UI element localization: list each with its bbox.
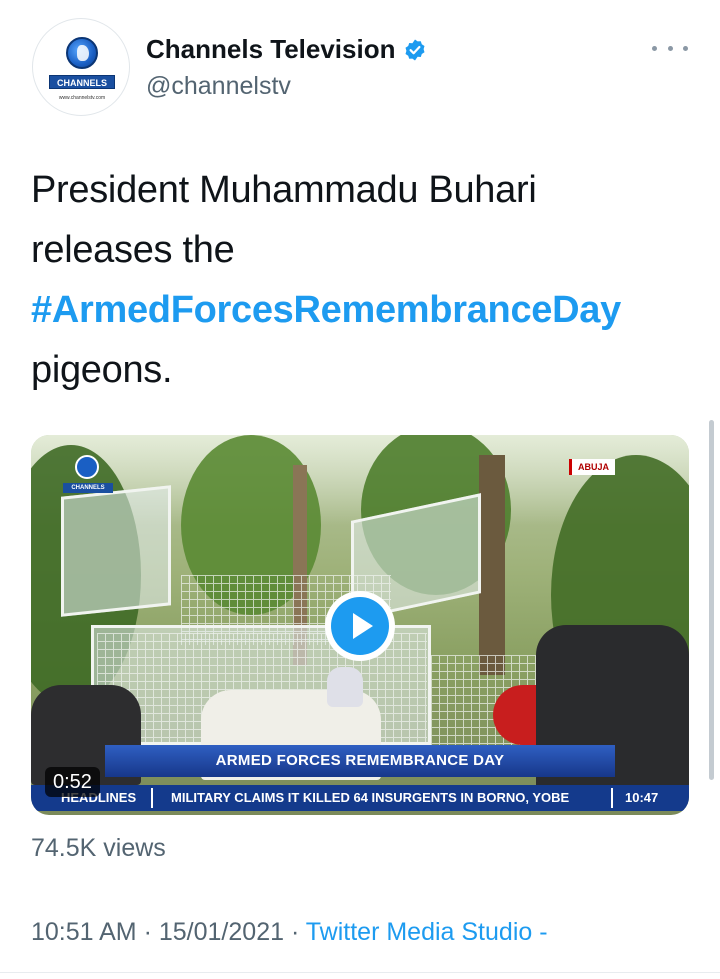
channel-logo-text: CHANNELS [63,483,113,493]
channel-logo: CHANNELS [63,455,113,497]
tweet-meta: 10:51 AM · 15/01/2021 · Twitter Media St… [31,918,548,947]
ticker-divider [611,788,613,808]
more-dot [652,45,657,51]
name-row: Channels Television [146,34,427,65]
channel-globe-icon [75,455,99,479]
tweet-text-line: President Muhammadu Buhari [31,169,537,211]
ticker-text: MILITARY CLAIMS IT KILLED 64 INSURGENTS … [171,790,570,805]
view-count: 74.5K views [31,834,166,862]
ticker-time: 10:47 [625,790,659,805]
meta-separator: · [143,918,152,946]
more-dot [667,45,673,51]
news-ticker: HEADLINES MILITARY CLAIMS IT KILLED 64 I… [31,785,689,811]
tweet-text: President Muhammadu Buhari releases the … [31,160,691,400]
play-button[interactable] [325,591,395,661]
more-dot [683,45,688,51]
video-trunk [479,455,505,675]
tweet-text-line: pigeons. [31,349,173,391]
avatar-url-text: www.channelstv.com [58,95,106,101]
play-icon [331,597,389,655]
more-options-icon[interactable] [652,38,688,58]
avatar-brand-text: CHANNELS [49,75,115,89]
location-tag: ABUJA [569,459,616,475]
tweet-text-line: releases the [31,229,235,271]
video-person [327,667,363,707]
avatar[interactable]: CHANNELS www.channelstv.com [32,18,130,116]
tweet-date[interactable]: 15/01/2021 [159,918,284,946]
tweet-header: CHANNELS www.channelstv.com Channels Tel… [0,0,720,130]
verified-badge-icon [405,39,425,60]
globe-logo-icon [66,37,98,69]
video-duration: 0:52 [45,767,100,797]
divider [0,972,720,973]
video-cage-lid [61,485,171,617]
video-player[interactable]: CHANNELS ABUJA ARMED FORCES REMEMBRANCE … [31,435,689,815]
meta-separator: · [290,918,300,946]
tweet-source-link[interactable]: Twitter Media Studio - [306,918,548,946]
display-name[interactable]: Channels Television [146,34,395,65]
tweet-time[interactable]: 10:51 AM [31,918,137,946]
handle[interactable]: @channelstv [146,72,291,101]
hashtag-link[interactable]: #ArmedForcesRemembranceDay [31,280,691,340]
scrollbar[interactable] [709,420,714,780]
lower-third-caption: ARMED FORCES REMEMBRANCE DAY [105,745,615,777]
ticker-divider [151,788,153,808]
